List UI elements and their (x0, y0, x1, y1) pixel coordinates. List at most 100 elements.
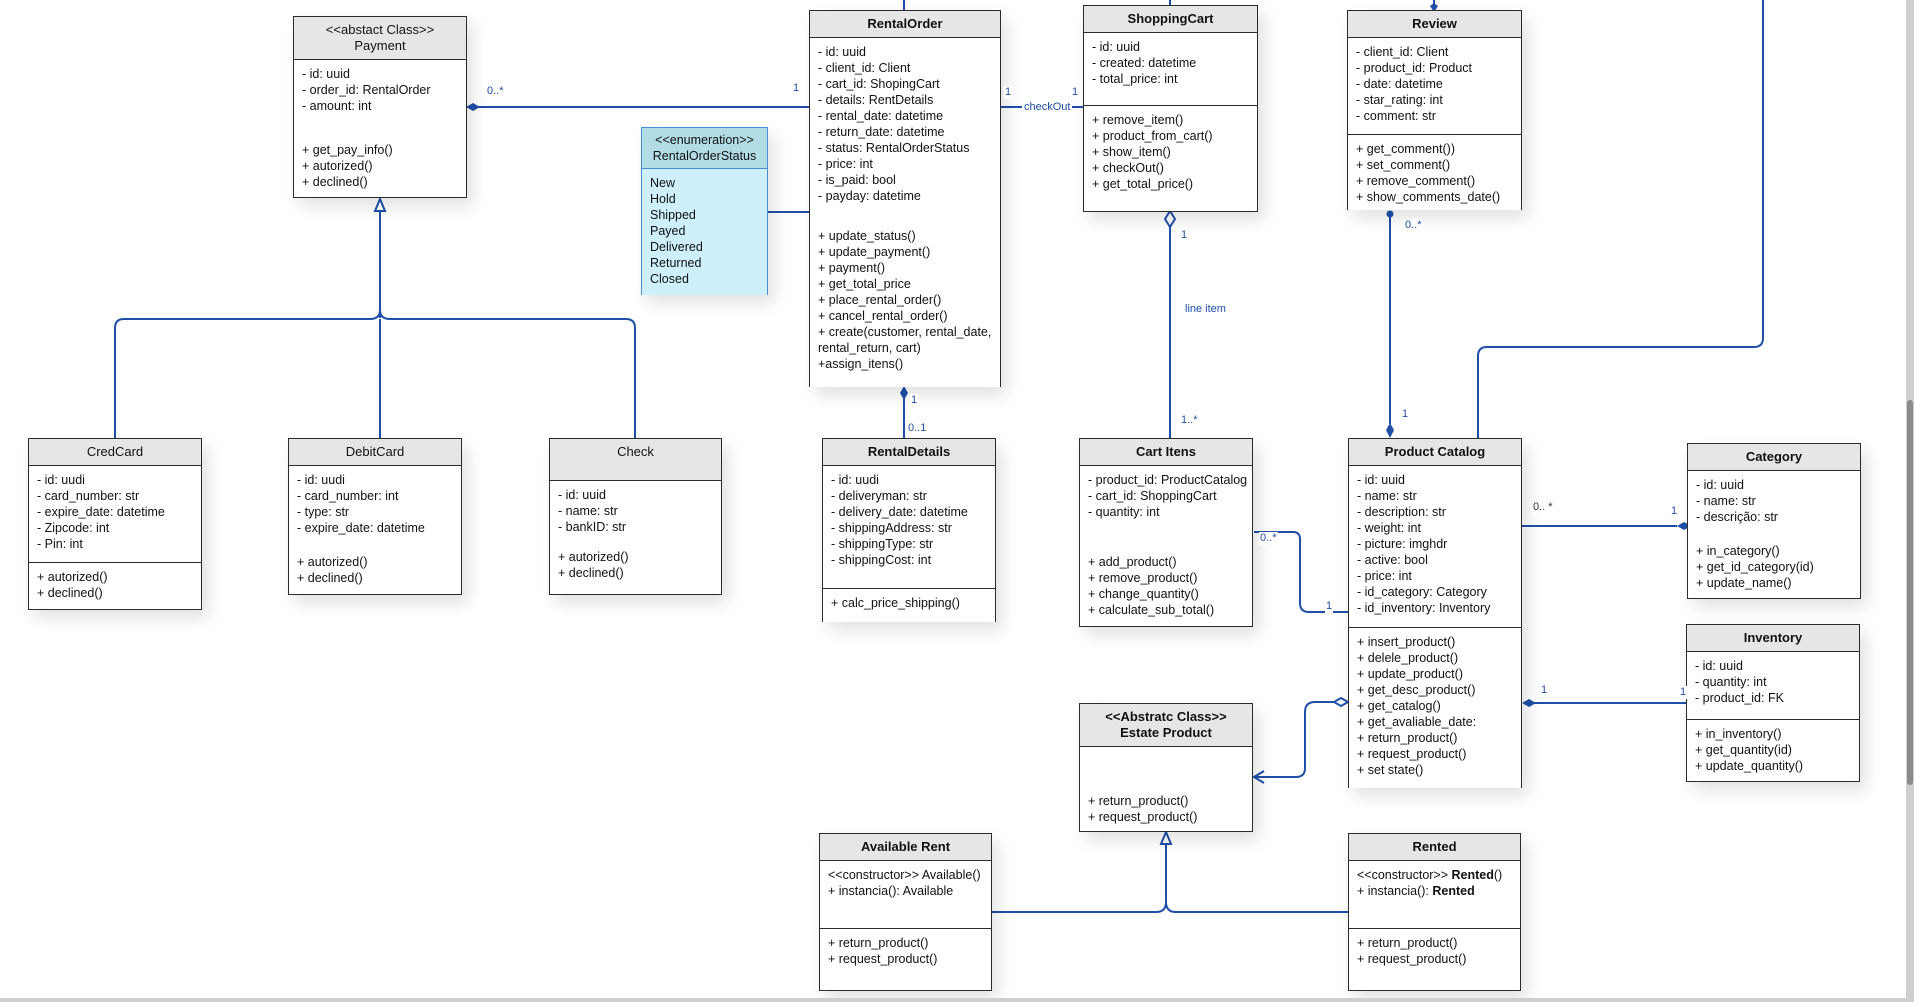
method: + get_desc_product() (1357, 683, 1476, 697)
enum-value: New (650, 176, 676, 190)
method: + return_product() (1357, 936, 1458, 950)
method: + autorized() (558, 550, 629, 564)
attribute: - weight: int (1357, 521, 1421, 535)
method: + place_rental_order() (818, 293, 942, 307)
class-name: Check (617, 444, 654, 459)
class-cred-card[interactable]: CredCard - id: uudi - card_number: str -… (28, 438, 202, 610)
method: + payment() (818, 261, 886, 275)
method: + insert_product() (1357, 635, 1456, 649)
class-rented[interactable]: Rented <<constructor>> Rented() + instan… (1348, 833, 1521, 991)
method: + in_category() (1696, 544, 1780, 558)
diagram-canvas[interactable]: <<abstact Class>> Payment - id: uuid - o… (0, 0, 1906, 998)
attribute: - expire_date: datetime (37, 505, 165, 519)
class-inventory[interactable]: Inventory - id: uuid - quantity: int - p… (1686, 624, 1860, 782)
class-rental-details[interactable]: RentalDetails - id: uudi - deliveryman: … (822, 438, 996, 622)
enum-value: Shipped (650, 208, 696, 222)
class-category[interactable]: Category - id: uuid - name: str - descri… (1687, 443, 1861, 599)
methods: + return_product() + request_product() (1080, 747, 1252, 831)
constructor-prefix: <<constructor>> (828, 868, 922, 882)
attribute: - quantity: int (1088, 505, 1160, 519)
attribute: - id: uudi (831, 473, 879, 487)
method: + declined() (37, 586, 103, 600)
composition-diamond-rentalorder (900, 386, 908, 400)
enum-header: <<enumeration>> RentalOrderStatus (642, 128, 767, 169)
attributes: - id: uuid - created: datetime - total_p… (1084, 33, 1257, 105)
class-shopping-cart[interactable]: ShoppingCart - id: uuid - created: datet… (1083, 5, 1258, 212)
methods: + in_category() + get_id_category(id) + … (1688, 531, 1860, 597)
method: + remove_product() (1088, 571, 1198, 585)
enum-value: Delivered (650, 240, 703, 254)
methods: + calc_price_shipping() (823, 588, 995, 617)
class-available-rent[interactable]: Available Rent <<constructor>> Available… (819, 833, 992, 991)
attribute: - total_price: int (1092, 72, 1178, 86)
method: + declined() (297, 571, 363, 585)
vertical-scrollbar-thumb[interactable] (1907, 400, 1913, 785)
method: + remove_item() (1092, 113, 1184, 127)
instance-prefix: + instancia(): (1357, 884, 1433, 898)
class-name: Available Rent (860, 839, 951, 854)
attributes: - id: uuid - name: str - description: st… (1349, 466, 1521, 627)
method: + request_product() (1088, 810, 1198, 824)
class-name: RentalOrder (867, 16, 943, 31)
method: + delele_product() (1357, 651, 1459, 665)
class-header: Inventory (1687, 625, 1859, 652)
enum-name: RentalOrderStatus (652, 149, 757, 163)
attribute: - deliveryman: str (831, 489, 927, 503)
attributes: - id: uudi - card_number: str - expire_d… (29, 466, 201, 562)
method: + declined() (558, 566, 624, 580)
method: + update_product() (1357, 667, 1463, 681)
attribute: - price: int (1357, 569, 1412, 583)
attribute: - active: bool (1357, 553, 1428, 567)
enum-values: New Hold Shipped Payed Delivered Returne… (642, 169, 767, 293)
attribute: - order_id: RentalOrder (302, 83, 431, 97)
review-endpoint-dot (1386, 210, 1394, 218)
attributes: - id: uudi - deliveryman: str - delivery… (823, 466, 995, 588)
generalization-triangle-estate (1159, 829, 1173, 845)
class-name: Review (1412, 16, 1457, 31)
class-estate-product[interactable]: <<Abstratc Class>> Estate Product + retu… (1079, 703, 1253, 832)
method: +assign_itens() (818, 357, 904, 371)
label-cartitem-catalog-one: 1 (1325, 600, 1334, 613)
method: + change_quantity() (1088, 587, 1199, 601)
methods: + autorized() + declined() (29, 562, 201, 607)
constructors: <<constructor>> Available() + instancia(… (820, 861, 991, 928)
label-details-zero-one: 0..1 (907, 422, 928, 435)
enum-rental-order-status[interactable]: <<enumeration>> RentalOrderStatus New Ho… (641, 127, 768, 295)
label-order-details-one: 1 (910, 394, 919, 407)
class-rental-order[interactable]: RentalOrder - id: uuid - client_id: Clie… (809, 10, 1001, 387)
connector-productcatalog-estateproduct (1254, 701, 1340, 778)
label-cart-items-many: 1..* (1180, 414, 1199, 427)
method: + request_product() (1357, 747, 1467, 761)
class-debit-card[interactable]: DebitCard - id: uudi - card_number: int … (288, 438, 462, 595)
class-cart-itens[interactable]: Cart Itens - product_id: ProductCatalog … (1079, 438, 1253, 627)
attribute: - product_id: ProductCatalog (1088, 473, 1248, 487)
attribute: - cart_id: ShopingCart (818, 77, 940, 91)
class-header: <<Abstratc Class>> Estate Product (1080, 704, 1252, 747)
horizontal-scrollbar[interactable] (0, 998, 1906, 1002)
label-catalog-inventory-one-a: 1 (1540, 684, 1549, 697)
class-header: RentalOrder (810, 11, 1000, 38)
attribute: - description: str (1357, 505, 1446, 519)
attribute: - id: uuid (1357, 473, 1405, 487)
enum-value: Payed (650, 224, 686, 238)
method: + get_comment()) (1356, 142, 1455, 156)
label-line-item: line item (1184, 303, 1227, 316)
attribute: - comment: str (1356, 109, 1436, 123)
class-product-catalog[interactable]: Product Catalog - id: uuid - name: str -… (1348, 438, 1522, 788)
composition-diamond-productcatalog-top (1386, 423, 1394, 438)
attribute: - id: uuid (1695, 659, 1743, 673)
method: + autorized() (37, 570, 108, 584)
class-review[interactable]: Review - client_id: Client - product_id:… (1347, 10, 1522, 210)
attribute: - product_id: FK (1695, 691, 1784, 705)
method: + update_payment() (818, 245, 931, 259)
class-check[interactable]: Check - id: uuid - name: str - bankID: s… (549, 438, 722, 595)
method: + add_product() (1088, 555, 1177, 569)
attribute: - rental_date: datetime (818, 109, 944, 123)
methods: + autorized() + declined() (550, 541, 721, 587)
method: + get_total_price (818, 277, 911, 291)
class-name: Payment (354, 38, 406, 53)
class-header: ShoppingCart (1084, 6, 1257, 33)
attribute: - id: uudi (297, 473, 345, 487)
class-payment[interactable]: <<abstact Class>> Payment - id: uuid - o… (293, 16, 467, 198)
aggregation-diamond-productcatalog (1331, 696, 1351, 708)
